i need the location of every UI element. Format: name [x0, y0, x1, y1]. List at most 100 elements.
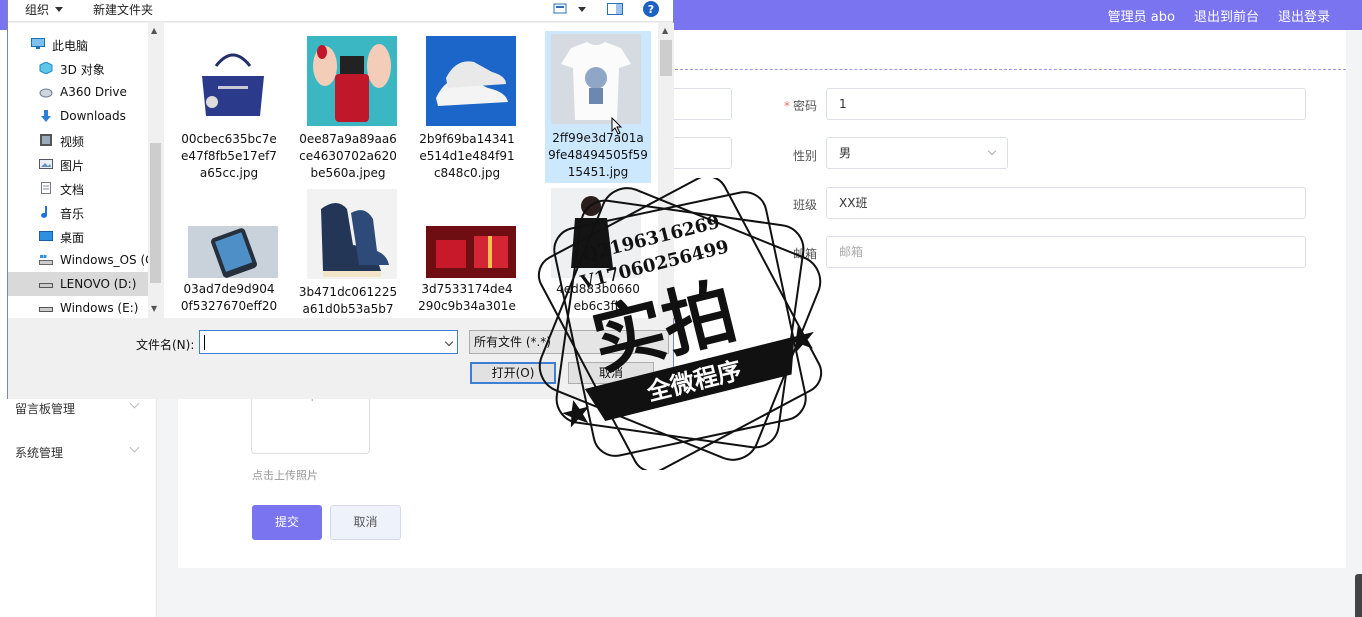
nav-item-desktop[interactable]: 桌面: [8, 224, 148, 248]
view-mode-button[interactable]: [553, 2, 587, 19]
drive-icon: [39, 283, 53, 288]
dialog-cancel-button[interactable]: 取消: [568, 362, 654, 384]
chevron-down-icon: [129, 442, 140, 453]
nav-item-pictures[interactable]: 图片: [8, 152, 148, 176]
nav-item-downloads[interactable]: Downloads: [8, 104, 148, 128]
download-arrow-icon: [41, 110, 51, 122]
cube-icon: [39, 62, 53, 74]
model-thumbnail: [551, 188, 641, 278]
files-scroll-thumb[interactable]: [660, 40, 672, 76]
handbag-thumbnail: [188, 36, 278, 126]
nav-item-3d-objects[interactable]: 3D 对象: [8, 56, 148, 80]
mouse-cursor-icon: [611, 117, 623, 135]
submit-button[interactable]: 提交: [252, 505, 322, 540]
help-icon: ?: [643, 1, 659, 17]
scroll-up-icon[interactable]: ▲: [151, 26, 157, 35]
email-label: 邮箱: [792, 247, 817, 261]
class-field[interactable]: XX班: [826, 187, 1306, 219]
file-name: 03ad7de9d904 0f5327670eff20: [180, 282, 278, 313]
gender-select[interactable]: 男: [826, 137, 1008, 169]
computer-icon: [31, 38, 45, 49]
gender-select-value: 男: [839, 146, 852, 160]
file-name: 0ee87a9a89aa6 ce4630702a620 be560a.jpeg: [299, 132, 397, 180]
file-item[interactable]: 2b9f69ba14341 e514d1e484f91 c848c0.jpg: [414, 25, 520, 180]
file-item[interactable]: 0ee87a9a89aa6 ce4630702a620 be560a.jpeg: [295, 25, 401, 180]
caret-down-icon: [55, 7, 64, 12]
preview-pane-button[interactable]: [607, 2, 623, 19]
nav-item-drive-c[interactable]: Windows_OS (C: [8, 248, 148, 272]
new-folder-button[interactable]: 新建文件夹: [93, 1, 153, 18]
picture-icon: [39, 159, 53, 169]
top-links: 管理员 abo 退出到前台 退出登录: [1108, 0, 1330, 30]
view-icon: [553, 3, 586, 14]
navigation-pane: 此电脑 3D 对象 A360 Drive Downloads 视频 图片 文档: [8, 23, 163, 318]
upload-hint: 点击上传照片: [252, 469, 318, 482]
nav-scroll-thumb[interactable]: [150, 143, 161, 283]
files-pane: 00cbec635bc7e e47f8fb5e17ef7 a65cc.jpg 0…: [164, 23, 674, 318]
nav-scrollbar[interactable]: ▲ ▼: [148, 23, 163, 318]
drive-icon: [39, 307, 53, 312]
file-item[interactable]: 03ad7de9d904 0f5327670eff20: [176, 178, 282, 318]
filename-input[interactable]: [199, 330, 458, 354]
file-item[interactable]: 3d7533174de4 290c9b34a301e: [414, 178, 520, 318]
scroll-down-icon[interactable]: ▼: [151, 304, 157, 313]
exit-to-front-link[interactable]: 退出到前台: [1194, 6, 1259, 25]
nav-item-a360-drive[interactable]: A360 Drive: [8, 80, 148, 104]
logout-link[interactable]: 退出登录: [1278, 6, 1330, 25]
white-sneakers-thumbnail: [426, 36, 516, 126]
scroll-widget[interactable]: [1355, 574, 1362, 617]
chevron-down-icon: [987, 146, 997, 156]
organize-menu[interactable]: 组织: [25, 1, 64, 18]
file-item-selected[interactable]: 2ff99e3d7a01a 9fe48494505f59 15451.jpg: [545, 31, 651, 183]
password-field[interactable]: 1: [826, 88, 1306, 120]
scroll-up-icon[interactable]: ▲: [662, 26, 668, 35]
file-item[interactable]: 00cbec635bc7e e47f8fb5e17ef7 a65cc.jpg: [176, 25, 282, 180]
phone-thumbnail: [188, 226, 278, 278]
document-icon: [41, 182, 51, 194]
filename-label: 文件名(N):: [136, 338, 195, 352]
divider: [670, 69, 1346, 70]
hightop-sneakers-thumbnail: [307, 189, 397, 279]
file-item[interactable]: 4ed883b0660 eb6c3fb: [545, 178, 651, 318]
nav-item-videos[interactable]: 视频: [8, 128, 148, 152]
cloud-drive-icon: [39, 88, 53, 98]
dialog-bottom-bar: 文件名(N): 所有文件 (*.*) 打开(O) 取消: [8, 318, 673, 399]
os-drive-icon: [39, 255, 53, 265]
cancel-button[interactable]: 取消: [330, 505, 401, 540]
gender-label: 性别: [792, 149, 817, 163]
tshirt-thumbnail: [551, 34, 641, 124]
text-cursor: [204, 335, 205, 350]
files-scrollbar[interactable]: ▲: [658, 23, 674, 318]
svg-text:?: ?: [648, 3, 654, 16]
password-label: * 密码: [783, 99, 817, 113]
nav-item-drive-e[interactable]: Windows (E:): [8, 296, 148, 318]
email-field[interactable]: 邮箱: [826, 236, 1306, 268]
file-name: 3b471dc061225 a61d0b53a5b7: [298, 285, 398, 316]
class-label: 班级: [792, 198, 817, 212]
nav-item-this-pc[interactable]: 此电脑: [8, 32, 148, 56]
help-button[interactable]: ?: [642, 0, 660, 21]
file-name: 4ed883b0660 eb6c3fb: [556, 282, 640, 313]
file-name: 00cbec635bc7e e47f8fb5e17ef7 a65cc.jpg: [181, 132, 277, 180]
file-name: 2ff99e3d7a01a 9fe48494505f59 15451.jpg: [548, 131, 648, 179]
nav-item-music[interactable]: 音乐: [8, 200, 148, 224]
chevron-down-icon[interactable]: [444, 337, 454, 347]
desktop-icon: [39, 231, 53, 241]
nav-item-documents[interactable]: 文档: [8, 176, 148, 200]
filetype-select[interactable]: 所有文件 (*.*): [469, 330, 669, 354]
file-name: 3d7533174de4 290c9b34a301e: [418, 282, 516, 313]
file-name: 2b9f69ba14341 e514d1e484f91 c848c0.jpg: [419, 132, 515, 180]
file-item[interactable]: 3b471dc061225 a61d0b53a5b7: [295, 178, 401, 318]
sidebar-item-guestbook[interactable]: 留言板管理: [15, 400, 75, 417]
gift-box-thumbnail: [426, 226, 516, 278]
file-open-dialog: 组织 新建文件夹 ? 此电脑 3D 对象 A360 Drive Download…: [7, 0, 674, 399]
dialog-toolbar: 组织 新建文件夹 ?: [8, 0, 673, 22]
nav-item-drive-d[interactable]: LENOVO (D:): [8, 272, 148, 296]
music-note-icon: [41, 206, 48, 218]
nail-polish-thumbnail: [307, 36, 397, 126]
open-button[interactable]: 打开(O): [470, 362, 556, 384]
admin-username: 管理员 abo: [1107, 9, 1175, 25]
sidebar-item-system[interactable]: 系统管理: [15, 444, 63, 461]
video-icon: [40, 134, 52, 146]
photo-upload-box[interactable]: +: [251, 393, 370, 454]
